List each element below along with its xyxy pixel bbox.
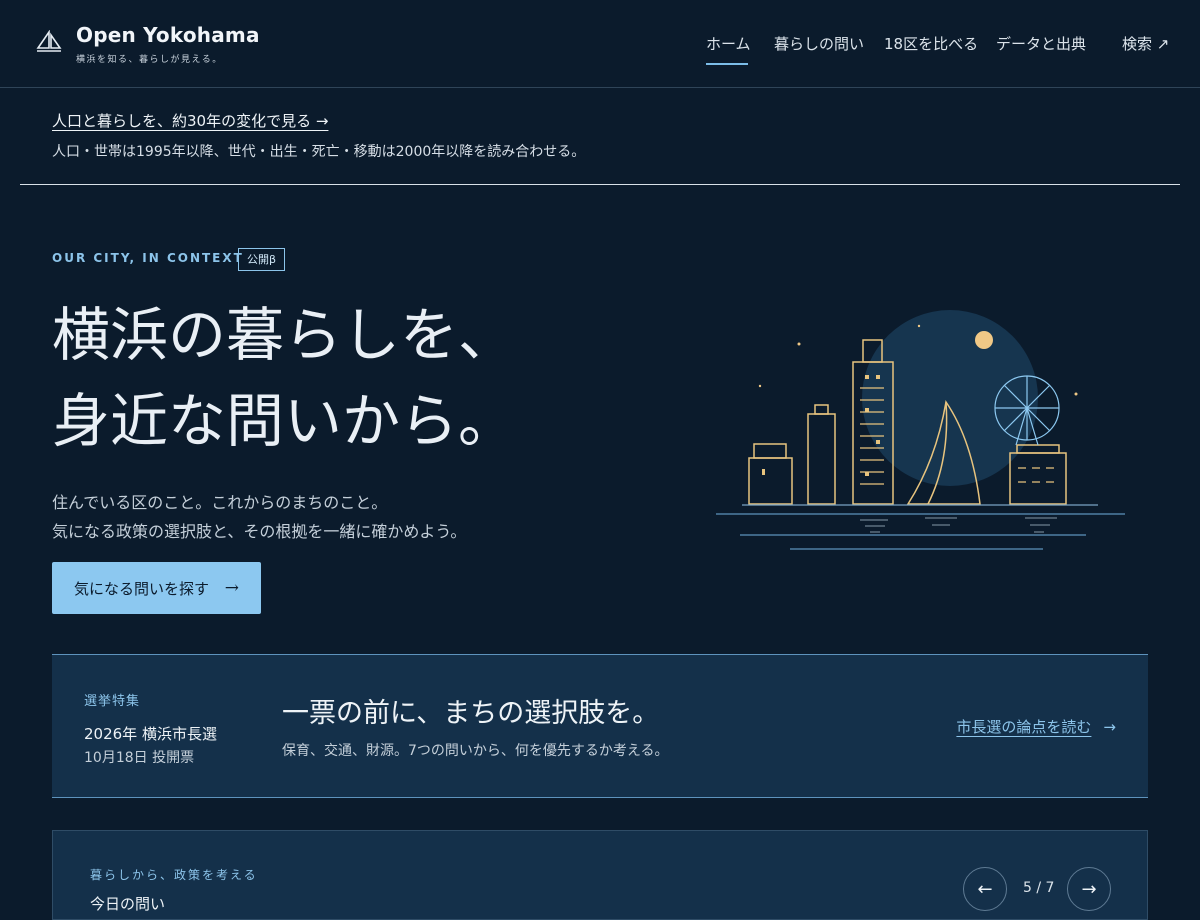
nav-data-sources[interactable]: データと出典 xyxy=(996,33,1086,54)
election-name: 2026年 横浜市長選 xyxy=(84,725,217,743)
nav-search[interactable]: 検索 ↗ xyxy=(1122,33,1169,54)
arrow-right-icon: → xyxy=(1103,717,1116,736)
hero-desc-line1: 住んでいる区のこと。これからのまちのこと。 xyxy=(52,493,388,512)
arrow-left-icon: ← xyxy=(977,878,993,900)
site-brand[interactable]: Open Yokohama xyxy=(76,23,260,47)
question-card-title: 今日の問い xyxy=(90,895,166,913)
find-question-button[interactable]: 気になる問いを探す → xyxy=(52,562,261,614)
nav-questions[interactable]: 暮らしの問い xyxy=(774,33,864,54)
hero-eyebrow: OUR CITY, IN CONTEXT xyxy=(52,251,244,265)
question-card-label: 暮らしから、政策を考える xyxy=(90,868,258,882)
nav-compare-wards[interactable]: 18区を比べる xyxy=(884,33,978,54)
nav-home[interactable]: ホーム xyxy=(706,33,751,54)
divider xyxy=(20,184,1180,185)
city-skyline-illustration xyxy=(716,310,1125,550)
hero-description: 住んでいる区のこと。これからのまちのこと。 気になる政策の選択肢と、その根拠を一… xyxy=(52,488,466,546)
election-date: 10月18日 投開票 xyxy=(84,750,195,766)
election-feature-card: 選挙特集 2026年 横浜市長選 10月18日 投開票 一票の前に、まちの選択肢… xyxy=(52,654,1148,798)
hero-title-line1: 横浜の暮らしを、 xyxy=(52,301,517,369)
site-header: Open Yokohama 横浜を知る、暮らしが見える。 ホーム 暮らしの問い … xyxy=(0,0,1200,88)
election-subtext: 保育、交通、財源。7つの問いから、何を優先するか考える。 xyxy=(282,743,669,759)
hero-desc-line2: 気になる政策の選択肢と、その根拠を一緒に確かめよう。 xyxy=(52,522,467,541)
previous-button[interactable]: ← xyxy=(963,867,1007,911)
arrow-right-icon: → xyxy=(1081,878,1097,900)
daily-question-card: 暮らしから、政策を考える 今日の問い ← 5 / 7 → xyxy=(52,830,1148,920)
sailboat-logo-icon[interactable] xyxy=(35,30,63,54)
nav-active-indicator xyxy=(706,63,748,65)
election-heading: 一票の前に、まちの選択肢を。 xyxy=(282,698,660,729)
election-label: 選挙特集 xyxy=(84,694,141,709)
election-link-label: 市長選の論点を読む xyxy=(956,718,1092,736)
hero-title: 横浜の暮らしを、 身近な問いから。 xyxy=(52,292,516,464)
site-tagline: 横浜を知る、暮らしが見える。 xyxy=(76,55,223,65)
election-issues-link[interactable]: 市長選の論点を読む → xyxy=(956,716,1116,737)
arrow-right-icon: → xyxy=(224,578,239,598)
notice-description: 人口・世帯は1995年以降、世代・出生・死亡・移動は2000年以降を読み合わせる… xyxy=(52,144,586,160)
notice-link[interactable]: 人口と暮らしを、約30年の変化で見る → xyxy=(52,110,328,131)
next-button[interactable]: → xyxy=(1067,867,1111,911)
cta-label: 気になる問いを探す xyxy=(74,579,210,598)
beta-badge: 公開β xyxy=(238,248,286,271)
hero-title-line2: 身近な問いから。 xyxy=(52,387,517,455)
page-counter: 5 / 7 xyxy=(1023,880,1055,896)
